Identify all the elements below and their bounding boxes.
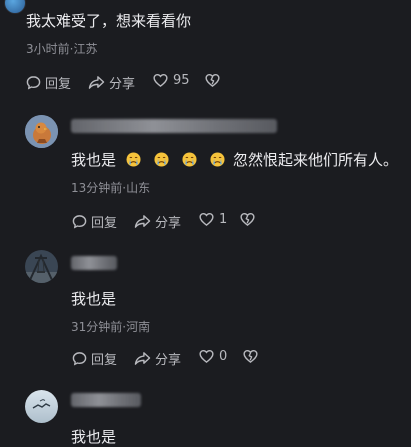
reply-label: 回复 (91, 353, 118, 368)
username-blurred[interactable] (71, 393, 141, 407)
comment-2-meta: 13分钟前·山东 (71, 181, 151, 195)
dislike-button[interactable] (243, 349, 258, 364)
reply-icon (72, 351, 87, 366)
reply-icon (72, 214, 87, 229)
crying-face-icon (210, 152, 225, 167)
avatar[interactable] (4, 0, 26, 14)
reply-icon (26, 75, 41, 90)
share-label: 分享 (155, 353, 182, 368)
avatar[interactable] (25, 250, 58, 283)
heart-icon (153, 73, 168, 88)
broken-heart-icon (243, 349, 258, 364)
broken-heart-icon (240, 212, 255, 227)
share-button[interactable]: 分享 (134, 212, 181, 231)
comment-2-text: 我也是 忽然恨起来他们所有人。 (71, 149, 398, 170)
reply-label: 回复 (91, 216, 118, 231)
avatar[interactable] (25, 390, 58, 423)
bird-avatar-icon (25, 115, 58, 148)
username-blurred[interactable] (71, 256, 117, 270)
comment-2-text-suffix: 忽然恨起来他们所有人。 (233, 151, 399, 169)
share-button[interactable]: 分享 (134, 349, 181, 368)
heart-icon (199, 212, 214, 227)
crying-face-icon (182, 152, 197, 167)
reply-button[interactable]: 回复 (72, 212, 117, 231)
crying-face-icon (154, 152, 169, 167)
like-button[interactable]: 1 (199, 212, 227, 227)
share-label: 分享 (155, 216, 182, 231)
crying-face-icon (126, 152, 141, 167)
comment-3-text: 我也是 (71, 290, 117, 308)
username-blurred[interactable] (71, 119, 277, 133)
bird-sky-avatar-icon (25, 390, 58, 423)
reply-button[interactable]: 回复 (72, 349, 117, 368)
share-icon (134, 351, 151, 366)
like-count: 95 (173, 73, 190, 88)
share-button[interactable]: 分享 (88, 73, 135, 92)
comment-3-meta: 31分钟前·河南 (71, 320, 151, 334)
comment-4-text: 我也是 (71, 428, 117, 446)
like-count: 1 (219, 212, 228, 227)
swing-avatar-icon (25, 250, 58, 283)
share-icon (88, 75, 105, 90)
comment-1-meta: 3小时前·江苏 (26, 42, 98, 56)
comment-1-text: 我太难受了，想来看看你 (26, 12, 192, 30)
like-count: 0 (219, 349, 228, 364)
share-icon (134, 214, 151, 229)
dislike-button[interactable] (205, 73, 220, 88)
broken-heart-icon (205, 73, 220, 88)
share-label: 分享 (109, 77, 136, 92)
reply-button[interactable]: 回复 (26, 73, 71, 92)
comment-2-text-prefix: 我也是 (71, 151, 117, 169)
heart-icon (199, 349, 214, 364)
dislike-button[interactable] (240, 212, 255, 227)
like-button[interactable]: 95 (153, 73, 190, 88)
reply-label: 回复 (45, 77, 72, 92)
avatar[interactable] (25, 115, 58, 148)
like-button[interactable]: 0 (199, 349, 227, 364)
